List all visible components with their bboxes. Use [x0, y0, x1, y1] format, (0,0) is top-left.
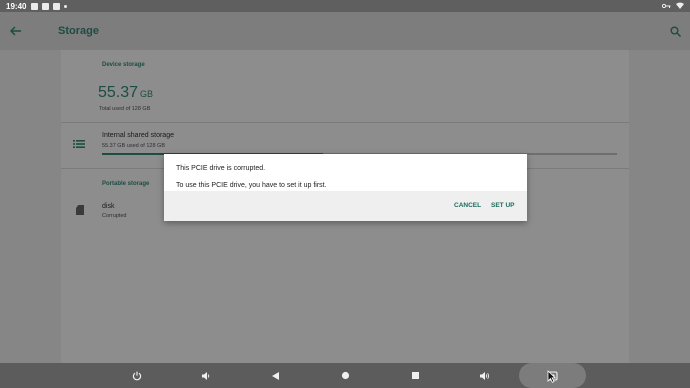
power-icon [132, 371, 142, 380]
triangle-back-icon [271, 371, 279, 380]
mouse-cursor-icon [547, 370, 556, 383]
volume-up-button[interactable] [475, 367, 493, 384]
list-icon [73, 140, 85, 148]
dialog-message-body: To use this PCIE drive, you have to set … [176, 182, 327, 189]
used-storage-summary: 55.37 GB [98, 84, 153, 102]
status-bar: 19:40 [0, 0, 690, 12]
search-icon [670, 26, 681, 37]
volume-down-button[interactable] [197, 367, 215, 384]
corrupted-drive-dialog: This PCIE drive is corrupted. To use thi… [164, 154, 527, 221]
portable-storage-header: Portable storage [102, 181, 150, 187]
used-storage-value: 55.37 [98, 84, 139, 101]
status-time: 19:40 [6, 1, 27, 11]
power-button[interactable] [128, 367, 146, 384]
more-notifications-icon [64, 4, 68, 8]
arrow-back-icon [10, 26, 21, 36]
cancel-button[interactable]: CANCEL [454, 202, 481, 209]
back-nav-button[interactable] [266, 367, 284, 384]
wifi-icon [676, 2, 684, 11]
back-button[interactable] [1, 12, 31, 50]
device-storage-header: Device storage [102, 62, 145, 68]
volume-down-icon [202, 371, 210, 380]
internal-storage-item[interactable]: Internal shared storage [102, 132, 174, 139]
circle-home-icon [341, 371, 349, 380]
volume-up-icon [479, 371, 489, 380]
image-notification-icon [31, 2, 39, 10]
portable-disk-status: Corrupted [102, 213, 127, 219]
app-bar: Storage [0, 12, 690, 50]
file-notification-icon [42, 2, 50, 10]
used-storage-unit: GB [140, 89, 154, 99]
page-title: Storage [58, 25, 99, 37]
search-button[interactable] [666, 22, 684, 40]
recents-button[interactable] [406, 367, 424, 384]
set-up-button[interactable]: SET UP [491, 202, 514, 209]
divider [61, 122, 629, 123]
android-notification-icon [53, 2, 61, 10]
home-button[interactable] [336, 367, 354, 384]
portable-disk-item[interactable]: disk [102, 203, 114, 210]
vpn-key-icon [661, 2, 671, 11]
dialog-message-title: This PCIE drive is corrupted. [176, 165, 266, 172]
square-recents-icon [411, 372, 419, 379]
total-used-text: Total used of 128 GB [99, 106, 151, 112]
internal-storage-usage-text: 55.37 GB used of 128 GB [102, 143, 165, 149]
